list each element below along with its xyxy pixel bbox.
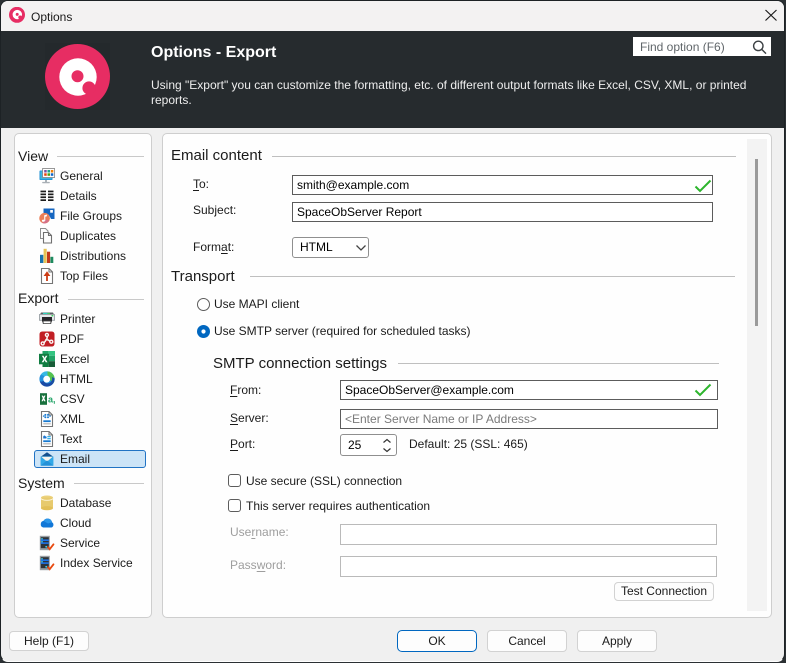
svg-text:a,: a, bbox=[48, 394, 55, 404]
